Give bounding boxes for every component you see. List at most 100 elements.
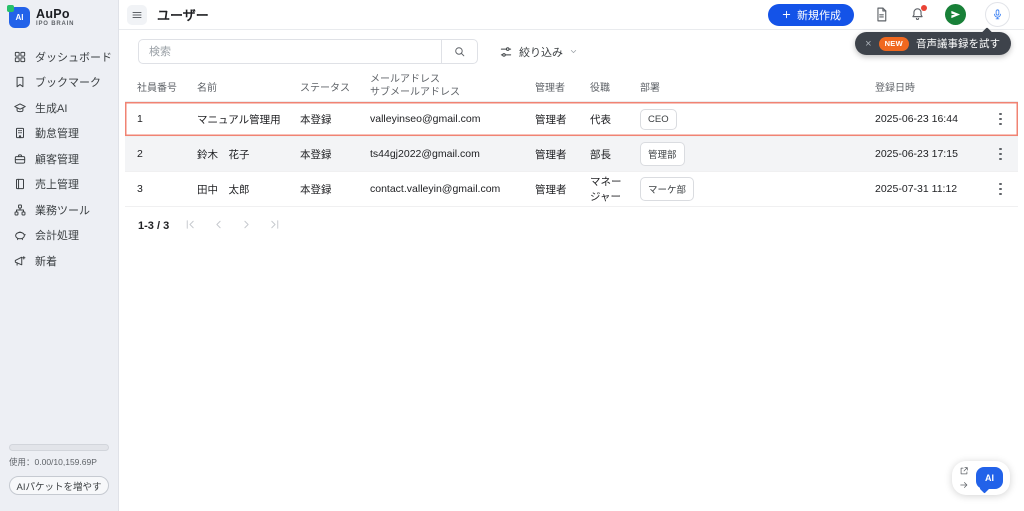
usage-section: 使用：0.00/10,159.69P AIパケットを増やす: [0, 444, 118, 511]
collapse-widget-button[interactable]: [959, 480, 969, 490]
cell-department: CEO: [628, 108, 863, 130]
search-input[interactable]: [139, 40, 441, 63]
users-table: 社員番号 名前 ステータス メールアドレス サブメールアドレス 管理者 役職 部…: [125, 71, 1018, 207]
microphone-icon: [994, 9, 1001, 20]
tooltip-close-button[interactable]: ×: [865, 38, 871, 50]
table-row[interactable]: 3 田中 太郎 本登録 contact.valleyin@gmail.com 管…: [125, 172, 1018, 207]
cell-admin: 管理者: [535, 148, 567, 161]
plus-icon: [782, 10, 791, 19]
cell-actions: [983, 144, 1018, 165]
ai-assistant-widget: AI: [952, 461, 1010, 495]
sidebar-item-attendance[interactable]: 勤怠管理: [0, 121, 118, 147]
cell-registered: 2025-06-23 16:44: [875, 113, 958, 125]
page-title: ユーザー: [157, 8, 209, 23]
cell-department: マーケ部: [628, 177, 863, 201]
accounting-icon: [15, 231, 26, 241]
topbar: ユーザー 新規作成: [119, 0, 1024, 30]
cell-name: 田中 太郎: [197, 183, 250, 196]
cell-registered: 2025-06-23 17:15: [875, 148, 958, 160]
col-name: 名前: [197, 82, 217, 94]
ai-chat-button[interactable]: AI: [976, 467, 1003, 489]
sidebar-item-label: 勤怠管理: [35, 128, 79, 141]
table-header-row: 社員番号 名前 ステータス メールアドレス サブメールアドレス 管理者 役職 部…: [125, 71, 1018, 102]
csv-export-button[interactable]: [873, 6, 890, 23]
topbar-actions: 新規作成: [768, 2, 1010, 27]
filter-button[interactable]: 絞り込み: [499, 44, 578, 60]
row-menu-button[interactable]: [995, 144, 1006, 165]
tooltip-text: 音声議事録を試す: [916, 38, 1000, 50]
col-employee-no: 社員番号: [137, 82, 177, 94]
sidebar-item-sales[interactable]: 売上管理: [0, 172, 118, 198]
user-avatar[interactable]: [945, 4, 966, 25]
cell-employee-no: 2: [137, 148, 143, 160]
cell-status: 本登録: [300, 113, 332, 126]
cell-registered: 2025-07-31 11:12: [875, 183, 958, 195]
pagination: 1-3 / 3: [138, 218, 1024, 234]
logo-ai-text: AI: [15, 13, 24, 22]
prev-page-button[interactable]: [212, 218, 225, 234]
logo-status-badge: [7, 5, 14, 12]
sidebar-item-label: 生成AI: [35, 102, 68, 115]
sidebar-item-business-tools[interactable]: 業務ツール: [0, 197, 118, 223]
col-email-line2: サブメールアドレス: [370, 87, 460, 98]
next-page-button[interactable]: [240, 218, 253, 234]
col-email: メールアドレス サブメールアドレス: [358, 73, 523, 100]
voice-minutes-button[interactable]: [985, 2, 1010, 27]
cell-status: 本登録: [300, 148, 332, 161]
brand-subtitle: IPO BRAIN: [36, 21, 75, 28]
row-menu-button[interactable]: [995, 109, 1006, 130]
hamburger-menu-button[interactable]: [127, 4, 147, 25]
sidebar-item-whats-new[interactable]: 新着: [0, 248, 118, 274]
cell-position: 代表: [590, 113, 611, 126]
generative-ai-icon: [14, 103, 26, 112]
cell-department: 管理部: [628, 142, 863, 166]
cell-name: 鈴木 花子: [197, 148, 250, 161]
ai-bubble-label: AI: [985, 473, 994, 483]
sidebar-item-customer[interactable]: 顧客管理: [0, 146, 118, 172]
last-page-button[interactable]: [268, 218, 281, 234]
col-admin: 管理者: [535, 82, 565, 94]
table-row[interactable]: 1 マニュアル管理用 本登録 valleyinseo@gmail.com 管理者…: [125, 102, 1018, 137]
notifications-button[interactable]: [909, 5, 927, 23]
row-menu-button[interactable]: [995, 179, 1006, 200]
sidebar-item-label: 顧客管理: [35, 153, 79, 166]
app-logo-icon: AI: [7, 5, 30, 28]
cell-admin: 管理者: [535, 183, 567, 196]
widget-actions: [959, 466, 969, 490]
attendance-icon: [16, 128, 24, 139]
chevron-right-icon: [244, 220, 249, 229]
sidebar-item-bookmark[interactable]: ブックマーク: [0, 70, 118, 96]
sidebar-item-generative-ai[interactable]: 生成AI: [0, 95, 118, 121]
search-box: [138, 39, 478, 64]
search-button[interactable]: [441, 40, 477, 63]
add-ai-packets-button[interactable]: AIパケットを増やす: [9, 476, 109, 495]
sidebar-item-label: 新着: [35, 255, 57, 268]
filter-label: 絞り込み: [519, 46, 563, 59]
first-page-button[interactable]: [184, 218, 197, 234]
open-external-button[interactable]: [959, 466, 969, 476]
ai-packet-usage-bar: [9, 444, 109, 451]
create-new-button[interactable]: 新規作成: [768, 3, 854, 26]
sidebar-item-dashboard[interactable]: ダッシュボード: [0, 44, 118, 70]
brand-name: AuPo: [36, 6, 70, 21]
cell-email: ts44gj2022@gmail.com: [370, 148, 480, 160]
whats-new-icon: [14, 255, 26, 266]
department-chip: マーケ部: [640, 177, 695, 201]
hamburger-icon: [132, 11, 142, 18]
send-icon: [951, 10, 961, 19]
col-status: ステータス: [300, 82, 350, 94]
pagination-label: 1-3 / 3: [138, 220, 170, 232]
cell-name: マニュアル管理用: [197, 113, 281, 126]
app-window: AI AuPo IPO BRAIN ダッシュボード ブックマーク 生成AI 勤怠…: [0, 0, 1024, 511]
cell-position: 部長: [590, 148, 611, 161]
department-chip: CEO: [640, 108, 677, 130]
customer-icon: [14, 154, 26, 164]
table-row[interactable]: 2 鈴木 花子 本登録 ts44gj2022@gmail.com 管理者 部長 …: [125, 137, 1018, 172]
cell-employee-no: 3: [137, 183, 143, 195]
new-badge: NEW: [878, 36, 909, 51]
search-icon: [455, 47, 465, 57]
sidebar-nav: ダッシュボード ブックマーク 生成AI 勤怠管理 顧客管理 売上管理 業務ツール…: [0, 34, 118, 274]
first-page-icon: [186, 220, 194, 229]
sidebar-item-accounting[interactable]: 会計処理: [0, 223, 118, 249]
usage-label: 使用：0.00/10,159.69P: [9, 457, 97, 467]
